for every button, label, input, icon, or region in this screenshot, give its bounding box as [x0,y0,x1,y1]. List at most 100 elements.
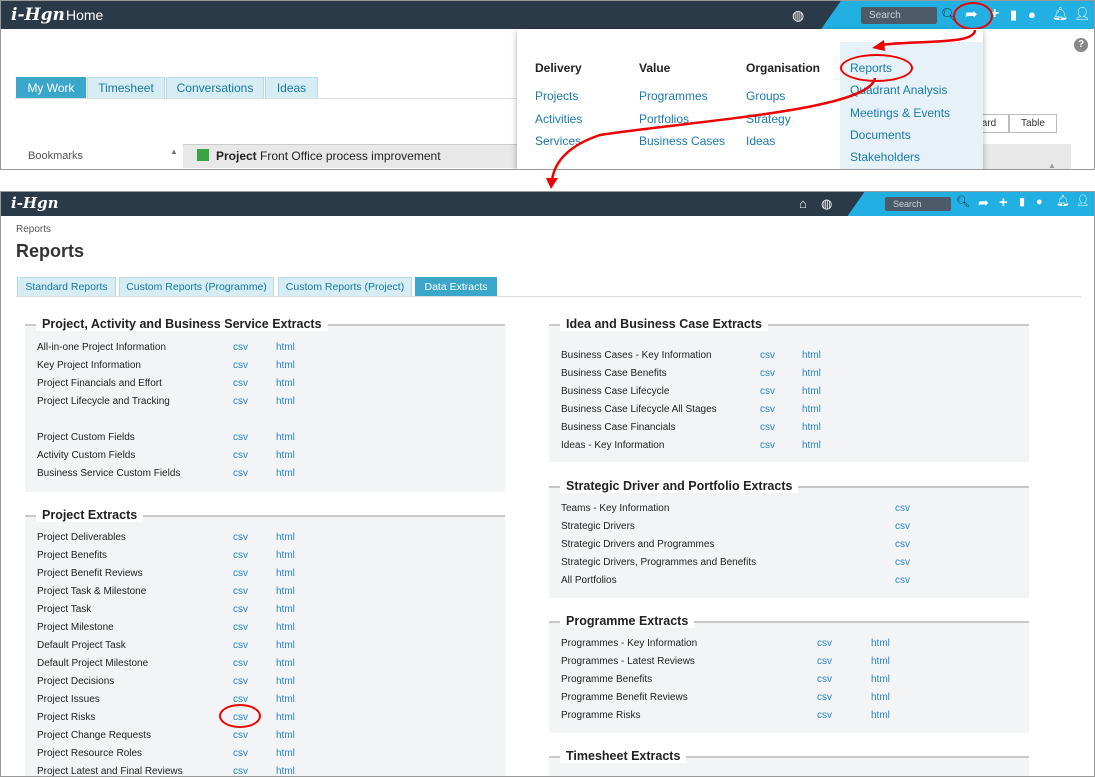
html-link[interactable]: html [802,368,821,379]
html-link[interactable]: html [276,378,295,389]
chat-icon-2[interactable]: ● [1036,197,1043,208]
tab-custom-reports-programme[interactable]: Custom Reports (Programme) [119,277,274,297]
csv-link[interactable]: csv [233,342,248,353]
csv-link[interactable]: csv [895,539,910,550]
csv-link[interactable]: csv [895,503,910,514]
csv-link[interactable]: csv [233,604,248,615]
csv-link[interactable]: csv [817,656,832,667]
html-link[interactable]: html [871,710,890,721]
extract-label: Business Case Lifecycle All Stages [561,404,717,415]
csv-link[interactable]: csv [895,521,910,532]
csv-link[interactable]: csv [233,586,248,597]
csv-link[interactable]: csv [760,350,775,361]
app-logo-2[interactable]: i-Hgn [11,194,59,212]
bottom-screenshot: i-Hgn ⌂ ◍ Search 🔍︎ ➦ + ▮ ● 🔔︎ 👤︎ Report… [0,191,1095,777]
html-link[interactable]: html [276,532,295,543]
tab-standard-reports[interactable]: Standard Reports [17,277,116,297]
csv-link[interactable]: csv [233,748,248,759]
extract-label: Project Deliverables [37,532,126,543]
extract-label: Project Milestone [37,622,114,633]
extract-label: Programmes - Latest Reviews [561,656,695,667]
search-input-2[interactable]: Search [885,197,951,211]
share-icon-2[interactable]: ➦ [978,196,989,209]
csv-link[interactable]: csv [760,404,775,415]
html-link[interactable]: html [276,622,295,633]
html-link[interactable]: html [802,386,821,397]
csv-link[interactable]: csv [233,550,248,561]
html-link[interactable]: html [276,468,295,479]
html-link[interactable]: html [871,674,890,685]
csv-link[interactable]: csv [233,622,248,633]
arrow-to-bottom [550,77,877,181]
html-link[interactable]: html [871,656,890,667]
csv-link[interactable]: csv [817,638,832,649]
html-link[interactable]: html [276,640,295,651]
html-link[interactable]: html [276,694,295,705]
html-link[interactable]: html [276,766,295,776]
plus-icon-2[interactable]: + [999,195,1008,210]
csv-link[interactable]: csv [233,766,248,776]
html-link[interactable]: html [802,350,821,361]
csv-link[interactable]: csv [233,532,248,543]
csv-link[interactable]: csv [760,368,775,379]
html-link[interactable]: html [276,712,295,723]
home-icon[interactable]: ⌂ [799,197,807,210]
tab-custom-reports-project[interactable]: Custom Reports (Project) [278,277,412,297]
csv-link[interactable]: csv [233,378,248,389]
html-link[interactable]: html [276,604,295,615]
html-link[interactable]: html [276,360,295,371]
extract-label: Project Lifecycle and Tracking [37,396,170,407]
csv-link[interactable]: csv [895,557,910,568]
csv-link[interactable]: csv [233,568,248,579]
csv-link[interactable]: csv [233,676,248,687]
bell-icon-2[interactable]: 🔔︎ [1056,196,1070,207]
csv-link[interactable]: csv [895,575,910,586]
html-link[interactable]: html [802,404,821,415]
html-link[interactable]: html [276,432,295,443]
search-icon-2[interactable]: 🔍︎ [956,197,970,208]
html-link[interactable]: html [276,396,295,407]
html-link[interactable]: html [276,550,295,561]
html-link[interactable]: html [276,586,295,597]
html-link[interactable]: html [871,692,890,703]
csv-link[interactable]: csv [233,396,248,407]
csv-link[interactable]: csv [233,658,248,669]
csv-link[interactable]: csv [817,710,832,721]
html-link[interactable]: html [276,676,295,687]
csv-link[interactable]: csv [233,730,248,741]
extract-label: Activity Custom Fields [37,450,136,461]
extract-label: Project Change Requests [37,730,151,741]
arrow-to-reports [879,29,977,47]
html-link[interactable]: html [276,730,295,741]
user-icon-2[interactable]: 👤︎ [1076,196,1090,207]
tab-data-extracts[interactable]: Data Extracts [415,277,497,297]
extract-label: Strategic Drivers [561,521,635,532]
csv-link[interactable]: csv [760,422,775,433]
html-link[interactable]: html [276,450,295,461]
extract-label: Project Decisions [37,676,115,687]
html-link[interactable]: html [276,658,295,669]
extract-label: All-in-one Project Information [37,342,166,353]
csv-link[interactable]: csv [233,640,248,651]
csv-link[interactable]: csv [760,440,775,451]
html-link[interactable]: html [802,440,821,451]
globe-icon-2[interactable]: ◍ [821,197,832,210]
html-link[interactable]: html [871,638,890,649]
extract-label: Programme Benefits [561,674,653,685]
csv-link[interactable]: csv [817,674,832,685]
csv-link[interactable]: csv [233,468,248,479]
html-link[interactable]: html [276,748,295,759]
html-link[interactable]: html [802,422,821,433]
html-link[interactable]: html [276,342,295,353]
extract-label: Project Financials and Effort [37,378,162,389]
csv-link[interactable]: csv [233,432,248,443]
csv-link[interactable]: csv [817,692,832,703]
csv-link[interactable]: csv [233,360,248,371]
extract-label: Project Task & Milestone [37,586,147,597]
csv-link[interactable]: csv [760,386,775,397]
breadcrumb[interactable]: Reports [16,224,51,235]
csv-link[interactable]: csv [233,450,248,461]
html-link[interactable]: html [276,568,295,579]
section-title: Strategic Driver and Portfolio Extracts [560,479,799,493]
bookmark-icon-2[interactable]: ▮ [1019,197,1025,208]
